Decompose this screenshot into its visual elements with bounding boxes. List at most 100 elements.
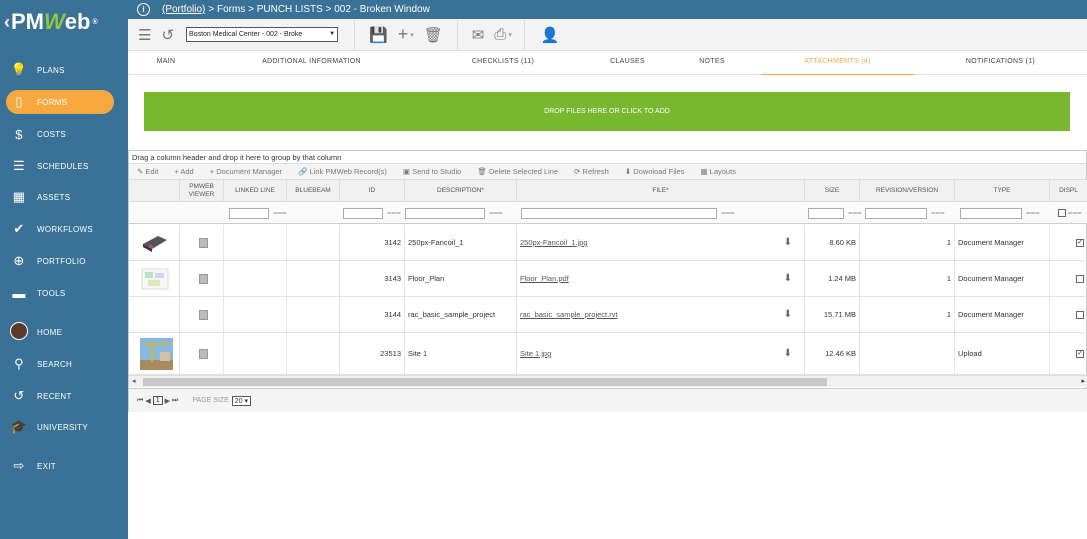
column-header-revision-version[interactable]: REVISION/VERSION	[860, 180, 955, 202]
refresh-button[interactable]: ⟳ Refresh	[574, 167, 609, 176]
download-icon[interactable]: ⬇	[784, 273, 792, 284]
sidebar-item-forms[interactable]: ▯ FORMS	[0, 87, 128, 117]
column-header-pmweb-viewer[interactable]: PMWEB VIEWER	[180, 180, 224, 202]
sidebar-item-portfolio[interactable]: ⊕ PORTFOLIO	[0, 246, 128, 276]
add-dropdown-icon[interactable]: ▾	[410, 31, 414, 39]
save-icon[interactable]: 💾	[369, 26, 388, 44]
thumbnail-site[interactable]	[140, 337, 173, 370]
tab-attachments[interactable]: ATTACHMENTS (4)	[761, 51, 914, 75]
pmweb-logo[interactable]: ‹ PM Web ®	[0, 0, 128, 44]
sidebar-item-recent[interactable]: ↺ RECENT	[0, 381, 128, 411]
table-row[interactable]: 3143 Floor_Plan Floor_Plan.pdf ⬇ 1.24 MB 1 Doc…	[129, 261, 1087, 297]
scroll-left-icon[interactable]: ◂	[132, 377, 136, 385]
tab-clauses[interactable]: CLAUSES	[587, 51, 668, 75]
document-manager-button[interactable]: + Document Manager	[210, 167, 282, 176]
print-dropdown-icon[interactable]: ▾	[508, 31, 512, 39]
display-checkbox[interactable]: ✓	[1076, 349, 1084, 358]
prev-page-icon[interactable]: ◀	[145, 397, 150, 405]
display-checkbox[interactable]: ✓	[1076, 238, 1084, 247]
filter-icon[interactable]: ⩶	[848, 208, 862, 218]
column-header-file[interactable]: FILE*	[517, 180, 805, 202]
tab-additional-information[interactable]: ADDITIONAL INFORMATION	[204, 51, 419, 75]
layouts-button[interactable]: ▦ Layouts	[700, 167, 735, 176]
list-icon[interactable]: ☰	[138, 26, 151, 44]
record-select[interactable]: Boston Medical Center - 002 - Broke ▼	[186, 27, 339, 42]
filter-icon[interactable]: ⩶	[721, 208, 735, 218]
info-icon[interactable]: i	[137, 3, 150, 16]
filter-icon[interactable]: ⩶	[1026, 208, 1040, 218]
current-page[interactable]: 1	[152, 396, 163, 405]
tab-main[interactable]: MAIN	[128, 51, 204, 75]
breadcrumb-portfolio-link[interactable]: (Portfolio)	[162, 4, 205, 15]
revision-filter-input[interactable]	[865, 208, 927, 219]
sidebar-item-costs[interactable]: $ COSTS	[0, 119, 128, 149]
description-filter-input[interactable]	[405, 208, 485, 219]
first-page-icon[interactable]: ⏮	[137, 397, 143, 405]
scrollbar-thumb[interactable]	[143, 378, 827, 386]
sidebar-item-exit[interactable]: ⇨ EXIT	[0, 451, 128, 481]
download-files-button[interactable]: ⬇ Download Files	[625, 167, 685, 176]
file-filter-input[interactable]	[521, 208, 717, 219]
send-to-studio-button[interactable]: ▣ Send to Studio	[403, 167, 461, 176]
delete-line-button[interactable]: 🗑 Delete Selected Line	[477, 167, 558, 176]
viewer-icon[interactable]	[199, 309, 208, 320]
sidebar-item-assets[interactable]: ▦ ASSETS	[0, 182, 128, 212]
column-header-size[interactable]: SIZE	[805, 180, 860, 202]
email-icon[interactable]: ✉	[472, 26, 485, 44]
table-row[interactable]: 23513 Site 1 Site 1.jpg ⬇ 12.46 KB Upload ✓	[129, 333, 1087, 375]
viewer-icon[interactable]	[199, 348, 208, 359]
sidebar-item-university[interactable]: 🎓 UNIVERSITY	[0, 412, 128, 442]
delete-icon[interactable]: 🗑	[424, 26, 443, 44]
column-header-thumbnail[interactable]	[129, 180, 180, 202]
download-icon[interactable]: ⬇	[784, 348, 792, 359]
select-all-checkbox[interactable]	[1058, 209, 1066, 217]
table-row[interactable]: 3142 250px-Fancoil_1 250px-Fancoil_1.jpg ⬇ 8…	[129, 225, 1087, 261]
column-header-description[interactable]: DESCRIPTION*	[405, 180, 517, 202]
filter-icon[interactable]: ⩶	[931, 208, 945, 218]
sidebar-item-search[interactable]: ⚲ SEARCH	[0, 349, 128, 379]
filter-icon[interactable]: ⩶	[489, 208, 503, 218]
file-link[interactable]: 250px-Fancoil_1.jpg	[520, 238, 588, 247]
viewer-icon[interactable]	[199, 273, 208, 284]
scroll-right-icon[interactable]: ▸	[1081, 377, 1085, 385]
table-row[interactable]: 3144 rac_basic_sample_project rac_basic_sa…	[129, 297, 1087, 333]
linked-line-filter-input[interactable]	[229, 208, 269, 219]
column-header-linked-line[interactable]: LINKED LINE	[224, 180, 287, 202]
tab-checklists[interactable]: CHECKLISTS (11)	[419, 51, 587, 75]
page-size-select[interactable]: 20 ▾	[231, 395, 252, 406]
column-header-displ[interactable]: DISPL	[1050, 180, 1087, 202]
link-record-button[interactable]: 🔗 Link PMWeb Record(s)	[298, 167, 387, 176]
viewer-icon[interactable]	[199, 237, 208, 248]
sidebar-item-plans[interactable]: 💡 PLANS	[0, 55, 128, 85]
tab-notifications[interactable]: NOTIFICATIONS (1)	[914, 51, 1087, 75]
file-link[interactable]: rac_basic_sample_project.rvt	[520, 310, 618, 319]
thumbnail-floor-plan[interactable]	[140, 266, 170, 292]
next-page-icon[interactable]: ▶	[165, 397, 170, 405]
sidebar-item-tools[interactable]: ▬ TOOLS	[0, 278, 128, 308]
file-drop-zone[interactable]: DROP FILES HERE OR CLICK TO ADD	[144, 92, 1070, 131]
sidebar-item-schedules[interactable]: ☰ SCHEDULES	[0, 151, 128, 181]
file-link[interactable]: Site 1.jpg	[520, 349, 551, 358]
file-link[interactable]: Floor_Plan.pdf	[520, 274, 569, 283]
history-icon[interactable]: ↺	[161, 26, 174, 44]
add-button[interactable]: + Add	[174, 167, 193, 176]
download-icon[interactable]: ⬇	[784, 309, 792, 320]
column-header-id[interactable]: ID	[340, 180, 405, 202]
edit-button[interactable]: ✎ Edit	[137, 167, 158, 176]
user-icon[interactable]: 👤	[541, 26, 560, 44]
size-filter-input[interactable]	[808, 208, 844, 219]
horizontal-scrollbar[interactable]: ◂ ▸	[129, 375, 1087, 387]
last-page-icon[interactable]: ⏭	[172, 397, 178, 405]
filter-icon[interactable]: ⩶	[273, 208, 287, 218]
tab-notes[interactable]: NOTES	[668, 51, 756, 75]
column-header-bluebeam[interactable]: BLUEBEAM	[287, 180, 340, 202]
sidebar-item-workflows[interactable]: ✔ WORKFLOWS	[0, 214, 128, 244]
print-icon[interactable]: ⎙	[494, 26, 506, 43]
display-checkbox[interactable]	[1076, 274, 1084, 283]
thumbnail-fancoil[interactable]	[140, 230, 170, 256]
display-checkbox[interactable]	[1076, 310, 1084, 319]
filter-icon[interactable]: ⩶	[1068, 208, 1082, 218]
sidebar-item-home[interactable]: HOME	[0, 317, 128, 347]
type-filter-input[interactable]	[960, 208, 1022, 219]
download-icon[interactable]: ⬇	[784, 237, 792, 248]
